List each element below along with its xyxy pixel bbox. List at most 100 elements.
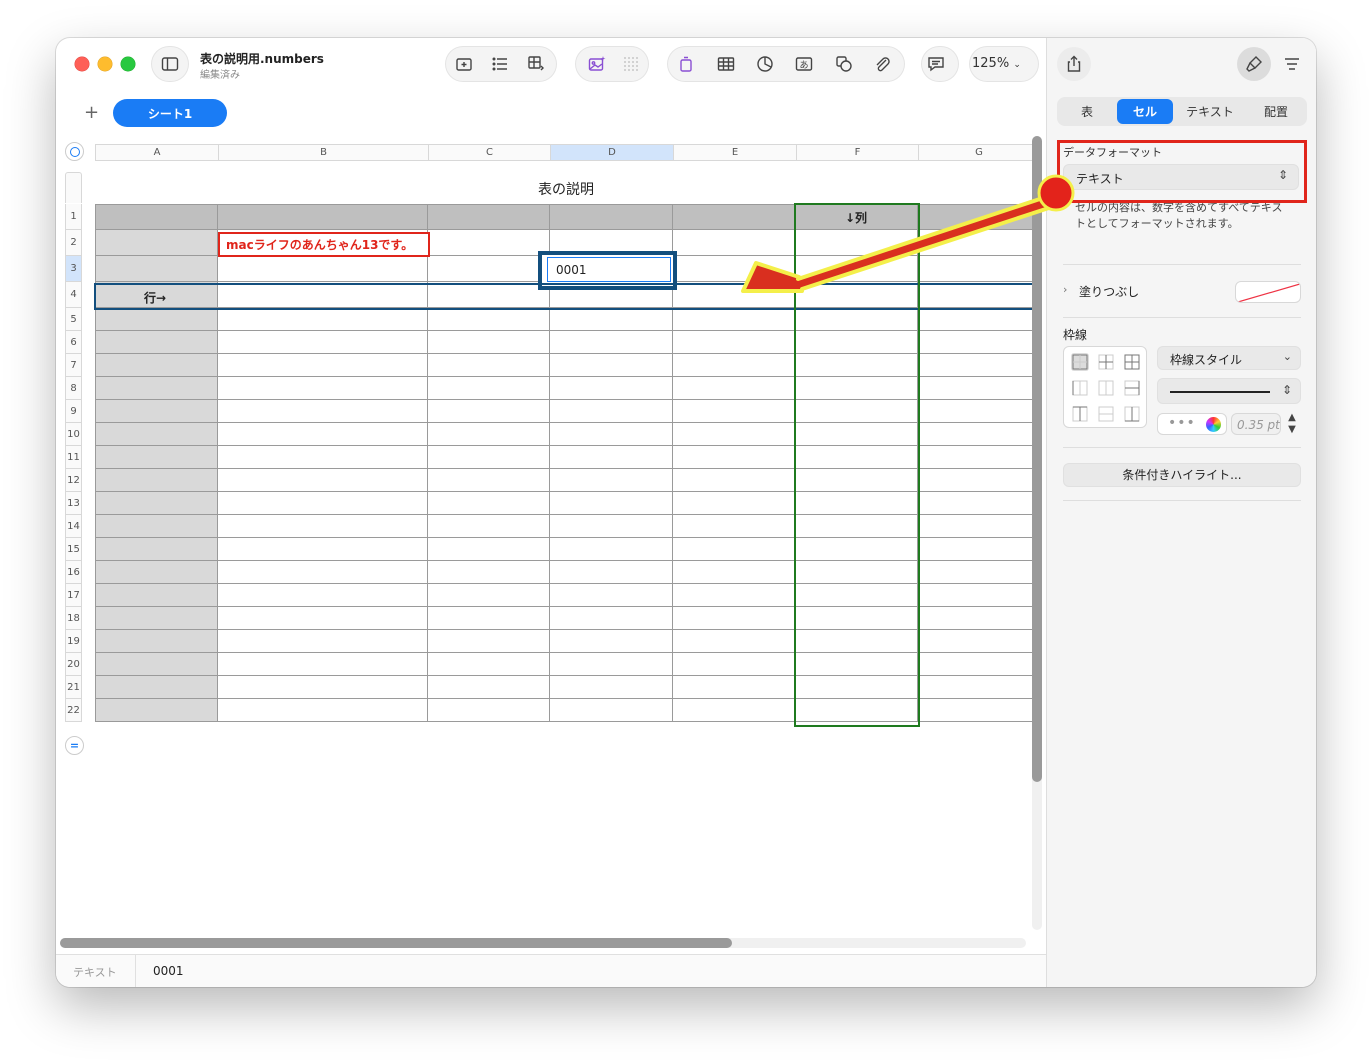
- row-header-14[interactable]: 14: [65, 515, 82, 538]
- table-cell[interactable]: [918, 630, 1040, 653]
- writing-tools-icon[interactable]: [674, 53, 698, 75]
- row-header-10[interactable]: 10: [65, 423, 82, 446]
- add-row-button[interactable]: =: [65, 736, 84, 755]
- table-cell[interactable]: [550, 400, 673, 423]
- line-style-popup[interactable]: ⇕: [1157, 378, 1301, 404]
- column-header-e[interactable]: E: [673, 144, 796, 161]
- row-header-5[interactable]: 5: [65, 308, 82, 331]
- row-header-8[interactable]: 8: [65, 377, 82, 400]
- tab-table[interactable]: 表: [1059, 99, 1115, 124]
- table-cell[interactable]: [218, 204, 428, 230]
- table-cell[interactable]: [428, 676, 550, 699]
- table-cell[interactable]: [428, 354, 550, 377]
- row-header-9[interactable]: 9: [65, 400, 82, 423]
- fill-color-well[interactable]: [1235, 281, 1301, 303]
- table-cell[interactable]: [550, 423, 673, 446]
- zoom-menu[interactable]: 125% ⌄: [972, 56, 1021, 71]
- vertical-scroll-thumb[interactable]: [1032, 136, 1042, 782]
- column-header-a[interactable]: A: [95, 144, 218, 161]
- table-cell[interactable]: [918, 653, 1040, 676]
- table-cell[interactable]: [918, 561, 1040, 584]
- table-cell[interactable]: [218, 400, 428, 423]
- column-header-b[interactable]: B: [218, 144, 428, 161]
- table-cell[interactable]: [428, 653, 550, 676]
- table-cell[interactable]: [428, 230, 550, 256]
- row-header-6[interactable]: 6: [65, 331, 82, 354]
- border-width-stepper[interactable]: ▲ ▼: [1285, 412, 1299, 438]
- row-handle-bar[interactable]: [65, 172, 82, 203]
- sidebar-toggle-icon[interactable]: [158, 53, 182, 75]
- table-cell[interactable]: [218, 607, 428, 630]
- table-cell[interactable]: [95, 446, 218, 469]
- table-cell[interactable]: [673, 699, 796, 722]
- table-cell[interactable]: [218, 377, 428, 400]
- table-cell[interactable]: [428, 699, 550, 722]
- table-cell[interactable]: [218, 538, 428, 561]
- table-cell[interactable]: [673, 561, 796, 584]
- table-cell[interactable]: [550, 515, 673, 538]
- table-cell[interactable]: [550, 469, 673, 492]
- table-cell[interactable]: [550, 653, 673, 676]
- table-cell[interactable]: [428, 256, 550, 282]
- table-cell[interactable]: [218, 308, 428, 331]
- table-cell[interactable]: [95, 492, 218, 515]
- table-cell[interactable]: [673, 492, 796, 515]
- cell-editor[interactable]: 0001: [547, 257, 671, 282]
- table-cell[interactable]: [95, 699, 218, 722]
- table-cell[interactable]: [673, 515, 796, 538]
- table-cell[interactable]: [918, 423, 1040, 446]
- table-cell[interactable]: [550, 308, 673, 331]
- row-header-1[interactable]: 1: [65, 204, 82, 230]
- table-cell[interactable]: [673, 354, 796, 377]
- table-cell[interactable]: [95, 630, 218, 653]
- table-cell[interactable]: [428, 423, 550, 446]
- row-header-17[interactable]: 17: [65, 584, 82, 607]
- table-cell[interactable]: [673, 584, 796, 607]
- table-cell[interactable]: [95, 354, 218, 377]
- column-header-g[interactable]: G: [918, 144, 1040, 161]
- row-header-18[interactable]: 18: [65, 607, 82, 630]
- table-cell[interactable]: [673, 676, 796, 699]
- close-window-button[interactable]: [75, 57, 89, 71]
- table-cell[interactable]: [550, 630, 673, 653]
- column-header-c[interactable]: C: [428, 144, 550, 161]
- table-cell[interactable]: [673, 446, 796, 469]
- table-cell[interactable]: [918, 492, 1040, 515]
- table-cell[interactable]: [918, 230, 1040, 256]
- border-selector[interactable]: [1063, 346, 1147, 428]
- table-cell[interactable]: [673, 400, 796, 423]
- table-cell[interactable]: [673, 377, 796, 400]
- table-cell[interactable]: [550, 204, 673, 230]
- table-cell[interactable]: [918, 699, 1040, 722]
- row-header-19[interactable]: 19: [65, 630, 82, 653]
- fill-disclosure-icon[interactable]: ›: [1063, 283, 1067, 296]
- table-cell[interactable]: [218, 653, 428, 676]
- table-cell[interactable]: [550, 354, 673, 377]
- table-cell[interactable]: [428, 331, 550, 354]
- conditional-highlight-button[interactable]: 条件付きハイライト...: [1063, 463, 1301, 487]
- table-cell[interactable]: [218, 699, 428, 722]
- table-cell[interactable]: [550, 446, 673, 469]
- table-cell[interactable]: [218, 256, 428, 282]
- table-cell[interactable]: [550, 377, 673, 400]
- table-cell[interactable]: [95, 561, 218, 584]
- table-cell[interactable]: [673, 607, 796, 630]
- table-cell[interactable]: [428, 469, 550, 492]
- horizontal-scroll-thumb[interactable]: [60, 938, 732, 948]
- table-cell[interactable]: [428, 584, 550, 607]
- table-cell[interactable]: [95, 331, 218, 354]
- table-cell[interactable]: [673, 538, 796, 561]
- table-cell[interactable]: [428, 561, 550, 584]
- media-attach-icon[interactable]: [870, 53, 894, 75]
- tab-text[interactable]: テキスト: [1175, 99, 1245, 124]
- border-color-well[interactable]: •••: [1157, 413, 1227, 435]
- table-cell[interactable]: [218, 354, 428, 377]
- table-icon[interactable]: [714, 53, 738, 75]
- row-header-2[interactable]: 2: [65, 230, 82, 256]
- table-cell[interactable]: [95, 515, 218, 538]
- table-cell[interactable]: [918, 354, 1040, 377]
- table-cell[interactable]: [428, 204, 550, 230]
- table-cell[interactable]: [918, 538, 1040, 561]
- image-playground-icon[interactable]: [585, 53, 609, 75]
- table-cell[interactable]: [95, 538, 218, 561]
